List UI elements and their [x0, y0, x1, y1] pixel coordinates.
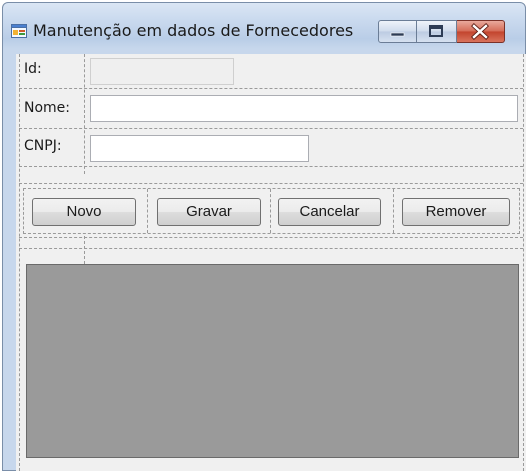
layout-guide [84, 54, 85, 174]
id-field[interactable] [90, 58, 234, 85]
layout-guide [147, 189, 148, 233]
layout-guide [393, 189, 394, 233]
layout-guide [84, 236, 85, 264]
maximize-icon [429, 25, 443, 37]
layout-guide [19, 88, 523, 89]
cancelar-button[interactable]: Cancelar [278, 198, 381, 226]
minimize-button[interactable] [378, 20, 417, 43]
layout-guide [19, 128, 523, 129]
window-title: Manutenção em dados de Fornecedores [33, 21, 354, 40]
novo-button[interactable]: Novo [32, 198, 136, 226]
cnpj-label: CNPJ: [24, 138, 62, 154]
id-label: Id: [24, 61, 42, 77]
remover-button[interactable]: Remover [402, 198, 510, 226]
layout-guide [19, 54, 20, 471]
layout-guide [19, 248, 523, 249]
form-client-area: Id: Nome: CNPJ: Novo Gravar Cancelar Rem… [16, 54, 526, 471]
nome-field[interactable] [90, 95, 518, 122]
cnpj-field[interactable] [90, 135, 309, 162]
maximize-button[interactable] [417, 20, 457, 43]
layout-guide [19, 183, 523, 184]
close-button[interactable] [457, 20, 505, 43]
layout-guide [270, 189, 271, 233]
minimize-icon [390, 32, 405, 37]
gravar-button[interactable]: Gravar [157, 198, 261, 226]
layout-guide [19, 166, 523, 167]
form-window-icon [11, 24, 27, 38]
nome-label: Nome: [24, 100, 71, 116]
close-icon [471, 23, 489, 40]
layout-guide [523, 54, 524, 471]
layout-guide [19, 237, 523, 238]
data-grid[interactable] [26, 264, 519, 458]
